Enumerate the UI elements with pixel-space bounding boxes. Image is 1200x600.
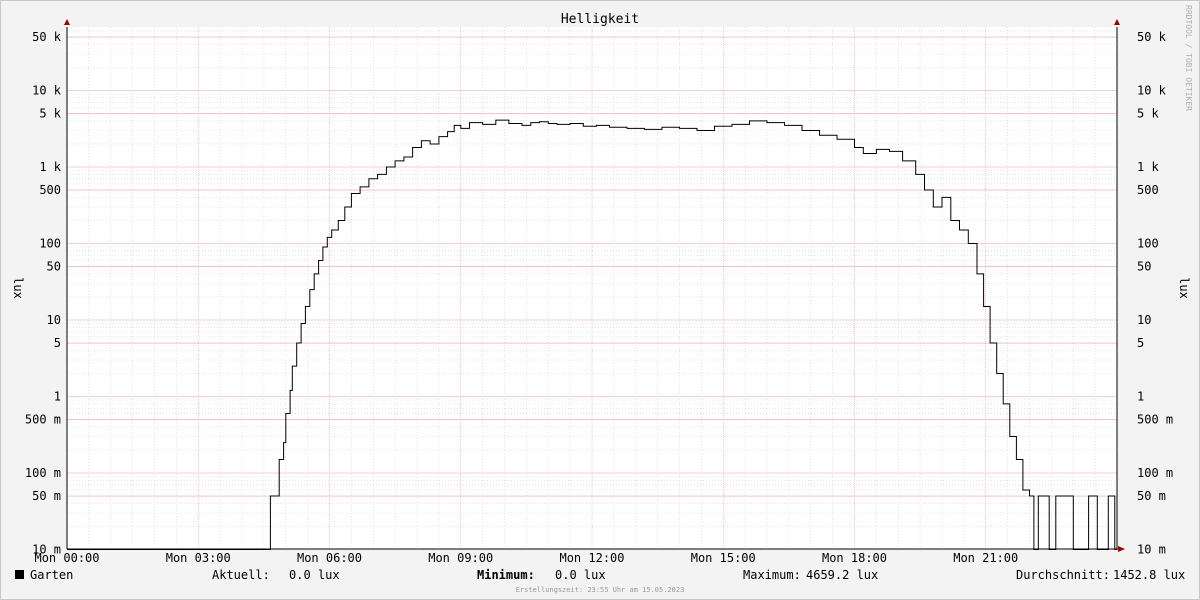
chart-title: Helligkeit bbox=[561, 12, 639, 27]
y-tick-label-left: 50 k bbox=[32, 30, 62, 44]
x-tick-label: Mon 03:00 bbox=[166, 551, 231, 565]
y-tick-label-left: 5 k bbox=[39, 107, 61, 121]
y-tick-label-left: 50 bbox=[47, 260, 61, 274]
legend-swatch-garten bbox=[15, 570, 24, 579]
y-tick-label-left: 10 k bbox=[32, 84, 62, 98]
legend-current-value: 0.0 lux bbox=[289, 568, 340, 582]
legend-series-name: Garten bbox=[30, 568, 73, 582]
x-tick-label: Mon 09:00 bbox=[428, 551, 493, 565]
legend-max-label: Maximum: bbox=[743, 568, 801, 582]
y-tick-label-right: 10 m bbox=[1137, 543, 1166, 557]
y-tick-label-left: 100 m bbox=[25, 466, 61, 480]
y-axis-label-left: lux bbox=[11, 277, 25, 299]
y-tick-label-left: 5 bbox=[54, 336, 61, 350]
y-tick-label-right: 500 bbox=[1137, 183, 1159, 197]
legend-avg-label: Durchschnitt: bbox=[1016, 568, 1110, 582]
y-tick-label-left: 100 bbox=[39, 237, 61, 251]
legend-avg-value: 1452.8 lux bbox=[1113, 568, 1185, 582]
y-tick-label-left: 10 bbox=[47, 313, 61, 327]
legend-current-label: Aktuell: bbox=[212, 568, 270, 582]
y-tick-label-right: 100 bbox=[1137, 237, 1159, 251]
y-tick-label-right: 50 bbox=[1137, 260, 1151, 274]
y-tick-label-right: 5 bbox=[1137, 336, 1144, 350]
y-tick-label-right: 1 bbox=[1137, 390, 1144, 404]
x-tick-label: Mon 00:00 bbox=[34, 551, 99, 565]
legend-max-value: 4659.2 lux bbox=[806, 568, 878, 582]
y-tick-label-right: 50 m bbox=[1137, 489, 1166, 503]
y-tick-label-right: 5 k bbox=[1137, 107, 1159, 121]
y-tick-label-right: 10 bbox=[1137, 313, 1151, 327]
y-tick-label-left: 500 m bbox=[25, 413, 61, 427]
y-tick-label-right: 1 k bbox=[1137, 160, 1159, 174]
y-tick-label-left: 1 bbox=[54, 390, 61, 404]
y-tick-label-right: 50 k bbox=[1137, 30, 1167, 44]
y-tick-label-right: 500 m bbox=[1137, 413, 1173, 427]
x-tick-label: Mon 06:00 bbox=[297, 551, 362, 565]
x-tick-label: Mon 15:00 bbox=[691, 551, 756, 565]
brightness-chart: Helligkeit lux lux RRDTOOL / TOBI OETIKE… bbox=[0, 0, 1200, 600]
y-tick-label-left: 500 bbox=[39, 183, 61, 197]
creation-time: Erstellungszeit: 23:55 Uhr am 15.05.2023 bbox=[516, 586, 685, 594]
watermark: RRDTOOL / TOBI OETIKER bbox=[1184, 5, 1193, 111]
x-tick-label: Mon 18:00 bbox=[822, 551, 887, 565]
x-tick-label: Mon 12:00 bbox=[559, 551, 624, 565]
y-tick-label-right: 100 m bbox=[1137, 466, 1173, 480]
legend-min-value: 0.0 lux bbox=[555, 568, 606, 582]
y-tick-label-right: 10 k bbox=[1137, 84, 1167, 98]
y-axis-label-right: lux bbox=[1177, 277, 1191, 299]
y-tick-label-left: 50 m bbox=[32, 489, 61, 503]
legend-min-label: Minimum: bbox=[477, 568, 535, 582]
y-tick-label-left: 1 k bbox=[39, 160, 61, 174]
x-tick-label: Mon 21:00 bbox=[953, 551, 1018, 565]
